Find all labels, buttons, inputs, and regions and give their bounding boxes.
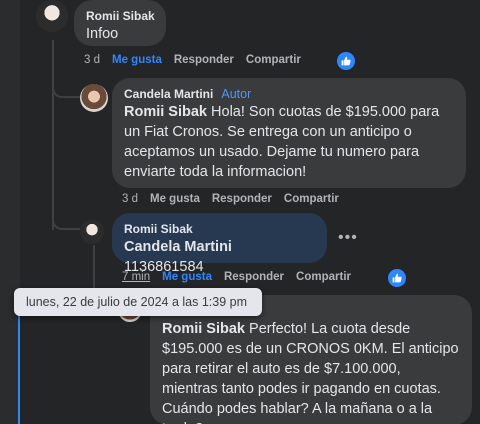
thread-line <box>52 40 54 230</box>
timestamp-tooltip: lunes, 22 de julio de 2024 a las 1:39 pm <box>14 288 262 316</box>
thumbs-up-icon[interactable] <box>388 269 406 287</box>
reply-button[interactable]: Responder <box>174 54 234 66</box>
comment-time[interactable]: 7 min <box>122 271 150 283</box>
share-button[interactable]: Compartir <box>296 271 351 283</box>
comment-author-line: Candela Martini Autor <box>124 86 454 102</box>
thumbs-up-icon[interactable] <box>337 52 355 70</box>
comment-author[interactable]: Romii Sibak <box>124 221 315 237</box>
thread-connector <box>52 210 80 230</box>
author-badge: Autor <box>221 87 252 101</box>
mention-link[interactable]: Romii Sibak <box>162 321 245 337</box>
avatar[interactable] <box>80 220 104 244</box>
comment-text: Romii Sibak Hola! Son cuotas de $195.000… <box>124 104 440 180</box>
share-button[interactable]: Compartir <box>284 193 339 205</box>
share-button[interactable]: Compartir <box>246 54 301 66</box>
mention-link[interactable]: Candela Martini <box>124 239 232 255</box>
comment-bubble: Romii Sibak Infoo <box>74 0 166 46</box>
comment-author[interactable]: Romii Sibak <box>86 8 155 24</box>
avatar[interactable] <box>80 84 108 112</box>
reply-button[interactable]: Responder <box>224 271 284 283</box>
comment-text: Infoo <box>86 26 119 42</box>
comment-bubble: Romii Sibak Candela Martini 1136861584 <box>112 213 327 275</box>
left-gutter <box>0 0 20 424</box>
comment-author[interactable]: Candela Martini <box>124 87 213 101</box>
like-button[interactable]: Me gusta <box>150 193 200 205</box>
like-button[interactable]: Me gusta <box>112 54 162 66</box>
comment-actions: 3 d Me gusta Responder Compartir <box>122 193 351 205</box>
comment-text: Romii Sibak Perfecto! La cuota desde $19… <box>162 321 459 424</box>
comment-bubble: Candela Martini Autor Romii Sibak Hola! S… <box>112 78 466 188</box>
comment-time[interactable]: 3 d <box>84 54 100 66</box>
comment-actions: 3 d Me gusta Responder Compartir <box>84 54 313 66</box>
comment-actions: 7 min Me gusta Responder Compartir <box>122 271 363 283</box>
more-options-icon[interactable]: ••• <box>338 229 358 247</box>
thread-connector <box>52 78 80 98</box>
avatar[interactable] <box>36 0 68 32</box>
comment-time[interactable]: 3 d <box>122 193 138 205</box>
mention-link[interactable]: Romii Sibak <box>124 104 207 120</box>
reply-button[interactable]: Responder <box>212 193 272 205</box>
like-button[interactable]: Me gusta <box>162 271 212 283</box>
focus-indicator <box>18 300 20 424</box>
